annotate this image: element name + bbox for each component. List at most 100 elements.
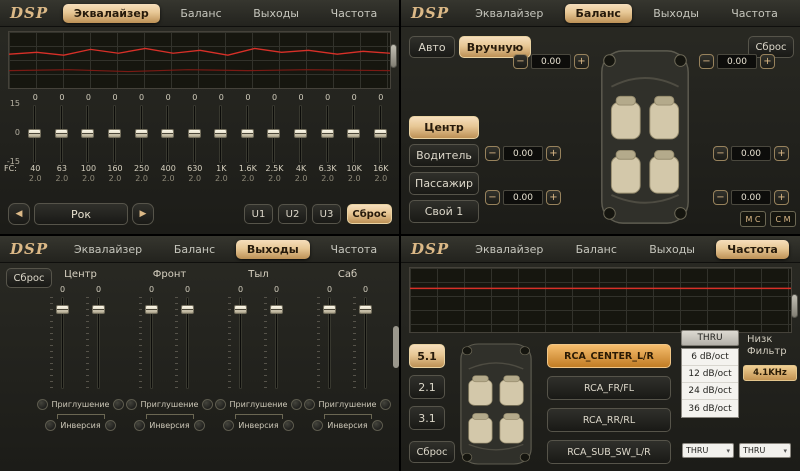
invert-toggle-left[interactable] <box>45 420 56 431</box>
level-slider[interactable]: 0 <box>358 285 374 391</box>
level-slider[interactable]: 0 <box>144 285 160 391</box>
mute-toggle-right[interactable] <box>380 399 391 410</box>
slider-handle[interactable] <box>108 129 121 138</box>
listening-position-button[interactable]: Пассажир <box>409 172 479 195</box>
tab-equalizer[interactable]: Эквалайзер <box>464 4 554 23</box>
slider-handle[interactable] <box>323 305 336 314</box>
cm-button[interactable]: C M <box>770 211 796 227</box>
invert-toggle-left[interactable] <box>312 420 323 431</box>
slider-handle[interactable] <box>294 129 307 138</box>
slider-handle[interactable] <box>135 129 148 138</box>
tab-frequency[interactable]: Частота <box>320 4 389 23</box>
mute-toggle-left[interactable] <box>215 399 226 410</box>
band-slider[interactable] <box>261 104 288 164</box>
eq-reset-button[interactable]: Сброс <box>347 204 392 224</box>
tab-frequency[interactable]: Частота <box>319 240 388 259</box>
level-slider[interactable]: 0 <box>55 285 71 391</box>
tab-balance[interactable]: Баланс <box>565 4 632 23</box>
invert-toggle-right[interactable] <box>105 420 116 431</box>
tab-frequency[interactable]: Частота <box>720 4 789 23</box>
slider-handle[interactable] <box>270 305 283 314</box>
band-slider[interactable] <box>235 104 262 164</box>
mute-toggle-left[interactable] <box>126 399 137 410</box>
slider-handle[interactable] <box>81 129 94 138</box>
sub-filter-select-left[interactable]: THRU ▾ <box>682 443 734 458</box>
mute-toggle-right[interactable] <box>291 399 302 410</box>
slider-handle[interactable] <box>267 129 280 138</box>
slope-option[interactable]: 24 dB/oct <box>682 383 738 400</box>
slider-handle[interactable] <box>359 305 372 314</box>
minus-button[interactable]: − <box>699 54 714 69</box>
sub-filter-select-right[interactable]: THRU ▾ <box>739 443 791 458</box>
band-slider[interactable] <box>368 104 395 164</box>
slider-handle[interactable] <box>161 129 174 138</box>
mute-toggle-right[interactable] <box>202 399 213 410</box>
speaker-mode-button[interactable]: 2.1 <box>409 375 445 399</box>
slider-handle[interactable] <box>234 305 247 314</box>
tab-outputs[interactable]: Выходы <box>242 4 310 23</box>
slider-handle[interactable] <box>321 129 334 138</box>
slider-handle[interactable] <box>92 305 105 314</box>
band-slider[interactable] <box>75 104 102 164</box>
invert-toggle-left[interactable] <box>134 420 145 431</box>
tab-balance[interactable]: Баланс <box>163 240 226 259</box>
preset-next-button[interactable]: ▶ <box>132 203 154 225</box>
listening-position-button[interactable]: Центр <box>409 116 479 139</box>
plus-button[interactable]: + <box>774 190 789 205</box>
rca-channel-button[interactable]: RCA_FR/FL <box>547 376 671 400</box>
preset-name-button[interactable]: Рок <box>34 203 128 225</box>
listening-position-button[interactable]: Свой 1 <box>409 200 479 223</box>
band-slider[interactable] <box>155 104 182 164</box>
minus-button[interactable]: − <box>513 54 528 69</box>
band-slider[interactable] <box>22 104 49 164</box>
band-slider[interactable] <box>128 104 155 164</box>
invert-toggle-right[interactable] <box>194 420 205 431</box>
crossover-frequency-value[interactable]: 4.1KHz <box>743 365 797 381</box>
band-slider[interactable] <box>49 104 76 164</box>
slider-handle[interactable] <box>214 129 227 138</box>
speaker-mode-button[interactable]: 3.1 <box>409 406 445 430</box>
tab-balance[interactable]: Баланс <box>169 4 232 23</box>
scroll-handle[interactable] <box>393 326 399 368</box>
graph-scroll-handle[interactable] <box>390 44 397 68</box>
mute-toggle-right[interactable] <box>113 399 124 410</box>
minus-button[interactable]: − <box>713 146 728 161</box>
plus-button[interactable]: + <box>574 54 589 69</box>
plus-button[interactable]: + <box>774 146 789 161</box>
auto-mode-button[interactable]: Авто <box>409 36 455 58</box>
rca-channel-button[interactable]: RCA_CENTER_L/R <box>547 344 671 368</box>
tab-outputs[interactable]: Выходы <box>638 240 706 259</box>
band-slider[interactable] <box>181 104 208 164</box>
preset-prev-button[interactable]: ◀ <box>8 203 30 225</box>
user-memory-button[interactable]: U3 <box>312 204 341 224</box>
level-slider[interactable]: 0 <box>91 285 107 391</box>
invert-toggle-right[interactable] <box>283 420 294 431</box>
slider-handle[interactable] <box>56 305 69 314</box>
slope-select[interactable]: THRU <box>681 330 739 346</box>
level-slider[interactable]: 0 <box>269 285 285 391</box>
plus-button[interactable]: + <box>546 146 561 161</box>
listening-position-button[interactable]: Водитель <box>409 144 479 167</box>
tab-outputs[interactable]: Выходы <box>642 4 710 23</box>
tab-outputs[interactable]: Выходы <box>236 240 310 259</box>
band-slider[interactable] <box>314 104 341 164</box>
tab-equalizer[interactable]: Эквалайзер <box>63 240 153 259</box>
tab-frequency[interactable]: Частота <box>716 240 789 259</box>
level-slider[interactable]: 0 <box>322 285 338 391</box>
slider-handle[interactable] <box>241 129 254 138</box>
slope-option[interactable]: 36 dB/oct <box>682 400 738 417</box>
user-memory-button[interactable]: U2 <box>278 204 307 224</box>
band-slider[interactable] <box>288 104 315 164</box>
rca-channel-button[interactable]: RCA_RR/RL <box>547 408 671 432</box>
minus-button[interactable]: − <box>485 190 500 205</box>
level-slider[interactable]: 0 <box>233 285 249 391</box>
mc-button[interactable]: M C <box>740 211 766 227</box>
band-slider[interactable] <box>102 104 129 164</box>
slider-handle[interactable] <box>188 129 201 138</box>
slider-handle[interactable] <box>145 305 158 314</box>
slope-option[interactable]: 12 dB/oct <box>682 366 738 383</box>
mute-toggle-left[interactable] <box>37 399 48 410</box>
mute-toggle-left[interactable] <box>304 399 315 410</box>
plus-button[interactable]: + <box>546 190 561 205</box>
level-slider[interactable]: 0 <box>180 285 196 391</box>
